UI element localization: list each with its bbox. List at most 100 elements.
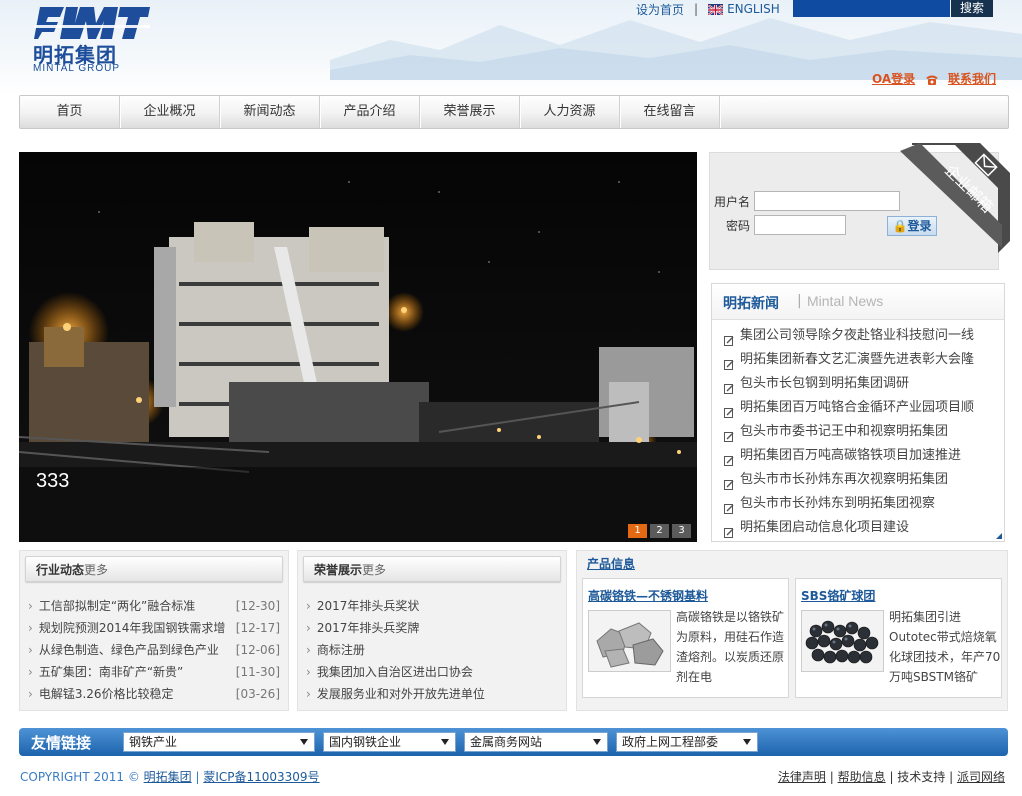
banner-page-3[interactable]: 3 <box>672 524 691 538</box>
nav-item-hr[interactable]: 人力资源 <box>520 96 621 128</box>
link-select-metal-commerce[interactable]: 金属商务网站 <box>464 732 608 752</box>
industry-more-link[interactable]: 更多 <box>84 563 108 577</box>
footer-links: 法律声明 | 帮助信息 | 技术支持 | 派司网络 <box>777 770 1005 784</box>
link-select-domestic-steel[interactable]: 国内钢铁企业 <box>323 732 456 752</box>
edit-icon <box>724 379 734 394</box>
phone-icon <box>925 74 939 86</box>
product-title-link[interactable]: SBS铬矿球团 <box>801 587 875 604</box>
news-item[interactable]: 包头市长包钢到明拓集团调研 <box>724 372 1004 396</box>
logo-mark-icon <box>34 7 150 39</box>
list-item[interactable]: › 从绿色制造、绿色产品到绿色产业 [12-06] <box>28 639 280 661</box>
honors-more-link[interactable]: 更多 <box>362 563 386 577</box>
list-item[interactable]: › 2017年排头兵奖牌 <box>306 617 558 639</box>
news-item[interactable]: 明拓集团启动信息化项目建设 <box>724 516 1004 540</box>
company-logo[interactable]: 明拓集团 MINTAL GROUP <box>30 5 155 75</box>
products-title[interactable]: 产品信息 <box>587 555 635 572</box>
edit-icon <box>724 523 734 538</box>
list-item[interactable]: › 五矿集团：南非矿产“新贵” [11-30] <box>28 661 280 683</box>
ferrochrome-image[interactable] <box>588 610 671 672</box>
divider: | <box>694 2 699 16</box>
quick-links: OA登录 联系我们 <box>872 70 996 87</box>
password-label: 密码 <box>725 218 750 233</box>
nav-item-honors[interactable]: 荣誉展示 <box>420 96 521 128</box>
honors-panel: 荣誉展示更多 › 2017年排头兵奖状 › 2017年排头兵奖牌 › 商标注册 › 我集… <box>297 550 567 711</box>
search-input[interactable] <box>793 0 950 17</box>
main-navigation: 首页 企业概况 新闻动态 产品介绍 荣誉展示 人力资源 在线留言 <box>19 95 1009 129</box>
list-item[interactable]: › 电解锰3.26价格比较稳定 [03-26] <box>28 683 280 705</box>
industry-news-panel: 行业动态更多 › 工信部拟制定“两化”融合标准 [12-30] › 规划院预测2014… <box>19 550 289 711</box>
list-item[interactable]: › 我集团加入自治区进出口协会 <box>306 661 558 683</box>
logo-text-en: MINTAL GROUP <box>33 63 121 74</box>
nav-item-message[interactable]: 在线留言 <box>620 96 721 128</box>
edit-icon <box>724 427 734 442</box>
link-select-steel-industry[interactable]: 钢铁产业 <box>123 732 315 752</box>
company-link[interactable]: 明拓集团 <box>144 770 192 784</box>
contact-us-group[interactable]: 联系我们 <box>925 70 996 87</box>
product-card[interactable]: 高碳铬铁—不锈钢基料 高碳铬铁是以铬铁矿为原料，用硅石作造渣熔剂。以炭质还原剂在… <box>582 578 789 698</box>
hero-banner[interactable]: 333 1 2 3 <box>19 152 697 542</box>
edit-icon <box>724 355 734 370</box>
news-item[interactable]: 包头市市委书记王中和视察明拓集团 <box>724 420 1004 444</box>
news-list: 集团公司领导除夕夜赴铬业科技慰问一线 明拓集团新春文艺汇演暨先进表彰大会隆 包头… <box>712 320 1004 540</box>
list-item[interactable]: › 规划院预测2014年我国钢铁需求增 [12-17] <box>28 617 280 639</box>
username-label: 用户名 <box>713 194 750 209</box>
edit-icon <box>724 475 734 490</box>
username-input[interactable] <box>754 191 900 211</box>
uk-flag-icon <box>707 4 724 16</box>
product-description: 高碳铬铁是以铬铁矿为原料，用硅石作造渣熔剂。以炭质还原剂在电 <box>676 610 785 684</box>
list-item[interactable]: › 商标注册 <box>306 639 558 661</box>
tech-support-label: 技术支持 <box>897 770 946 784</box>
dropdown-arrow-icon <box>441 739 449 745</box>
pellet-image[interactable] <box>801 610 884 672</box>
enterprise-mailbox-ribbon[interactable]: 企业邮箱 <box>900 143 1010 253</box>
news-item[interactable]: 集团公司领导除夕夜赴铬业科技慰问一线 <box>724 324 1004 348</box>
dropdown-arrow-icon <box>593 739 601 745</box>
banner-pager: 1 2 3 <box>628 524 691 538</box>
product-title-link[interactable]: 高碳铬铁—不锈钢基料 <box>588 587 708 604</box>
honors-tab[interactable]: 荣誉展示更多 <box>303 556 561 582</box>
news-item[interactable]: 包头市市长孙炜东再次视察明拓集团 <box>724 468 1004 492</box>
legal-link[interactable]: 法律声明 <box>778 770 826 784</box>
edit-icon <box>724 451 734 466</box>
list-item[interactable]: › 2017年排头兵奖状 <box>306 595 558 617</box>
industry-tab[interactable]: 行业动态更多 <box>25 556 283 582</box>
dropdown-arrow-icon <box>743 739 751 745</box>
top-utility-bar: 设为首页 | ENGLISH <box>636 0 780 18</box>
divider: | <box>797 293 802 309</box>
news-item[interactable]: 明拓集团百万吨高碳铬铁项目加速推进 <box>724 444 1004 468</box>
search-button[interactable]: 搜索 <box>951 0 993 17</box>
friend-links-label: 友情链接 <box>31 733 92 752</box>
product-card[interactable]: SBS铬矿球团 明拓集团引进Outotec带式焙烧氧化球团技术，年产70万吨SB… <box>795 578 1002 698</box>
english-link[interactable]: ENGLISH <box>727 2 780 16</box>
news-title-en: Mintal News <box>807 293 884 309</box>
banner-page-1[interactable]: 1 <box>628 524 647 538</box>
copyright: COPYRIGHT 2011 © 明拓集团 | 蒙ICP备11003309号 <box>20 770 320 784</box>
products-panel: 产品信息 高碳铬铁—不锈钢基料 高碳铬铁是以铬铁矿为原料，用硅石作造渣熔剂。以炭… <box>576 550 1008 711</box>
news-item[interactable]: 明拓集团新春文艺汇演暨先进表彰大会隆 <box>724 348 1004 372</box>
edit-icon <box>724 499 734 514</box>
nav-item-news[interactable]: 新闻动态 <box>220 96 321 128</box>
nav-item-company-overview[interactable]: 企业概况 <box>120 96 221 128</box>
banner-page-2[interactable]: 2 <box>650 524 669 538</box>
news-item[interactable]: 明拓集团百万吨铬合金循环产业园项目顺 <box>724 396 1004 420</box>
news-header: 明拓新闻 | Mintal News <box>712 284 1004 320</box>
list-item[interactable]: › 发展服务业和对外开放先进单位 <box>306 683 558 705</box>
icp-link[interactable]: 蒙ICP备11003309号 <box>203 770 319 784</box>
set-home-link[interactable]: 设为首页 <box>636 1 684 18</box>
list-item[interactable]: › 工信部拟制定“两化”融合标准 [12-30] <box>28 595 280 617</box>
contact-us-link[interactable]: 联系我们 <box>948 72 996 86</box>
password-input[interactable] <box>754 215 846 235</box>
dropdown-arrow-icon <box>300 739 308 745</box>
link-select-government[interactable]: 政府上网工程部委 <box>616 732 758 752</box>
nav-item-products[interactable]: 产品介绍 <box>320 96 421 128</box>
nav-item-home[interactable]: 首页 <box>20 96 121 128</box>
company-news-panel: 明拓新闻 | Mintal News 集团公司领导除夕夜赴铬业科技慰问一线 明拓… <box>711 283 1005 542</box>
page-header: 明拓集团 MINTAL GROUP 设为首页 | ENGLISH 搜索 OA登录… <box>0 0 1022 95</box>
help-link[interactable]: 帮助信息 <box>838 770 886 784</box>
news-item[interactable]: 包头市市长孙炜东到明拓集团视察 <box>724 492 1004 516</box>
news-title-cn: 明拓新闻 <box>723 296 779 312</box>
vendor-link[interactable]: 派司网络 <box>957 770 1005 784</box>
product-description: 明拓集团引进Outotec带式焙烧氧化球团技术，年产70万吨SBSTM铬矿 <box>889 610 1001 684</box>
oa-login-link[interactable]: OA登录 <box>872 70 915 87</box>
friend-links-bar: 友情链接 钢铁产业 国内钢铁企业 金属商务网站 政府上网工程部委 <box>19 728 1008 756</box>
